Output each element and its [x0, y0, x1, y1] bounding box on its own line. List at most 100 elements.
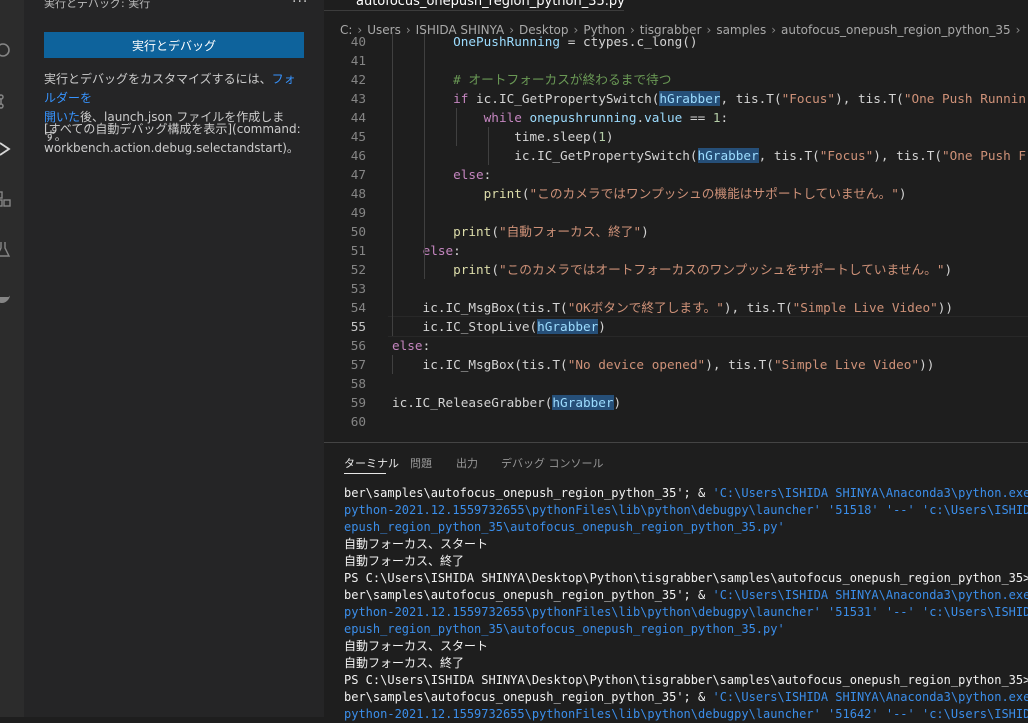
breadcrumb-item[interactable]: Python	[583, 23, 625, 37]
terminal-text: 自動フォーカス、スタート	[344, 537, 489, 551]
code-line[interactable]: 58	[324, 374, 1028, 393]
breadcrumb-item[interactable]: Desktop	[519, 23, 569, 37]
code-token: 1	[598, 129, 606, 144]
show-all-line-1[interactable]: [すべての自動デバッグ構成を表示](command:	[44, 122, 301, 136]
code-line[interactable]: 53	[324, 279, 1028, 298]
breadcrumb-item[interactable]: samples	[716, 23, 766, 37]
code-text: time.sleep(1)	[392, 127, 613, 146]
code-line[interactable]: 55 ic.IC_StopLive(hGrabber)	[324, 316, 1028, 337]
code-token: time.sleep(	[392, 129, 599, 144]
code-token: ic.IC_StopLive(	[392, 319, 538, 334]
breadcrumb-chevron-icon: ›	[706, 23, 712, 37]
line-number: 56	[350, 338, 366, 353]
code-token: hGrabber	[659, 91, 721, 106]
tab-terminal[interactable]: ターミナル	[344, 455, 399, 471]
tab-output[interactable]: 出力	[456, 455, 478, 471]
code-token: onepushrunning	[529, 110, 637, 125]
terminal-text: epush_region_python_35\autofocus_onepush…	[344, 622, 785, 636]
breadcrumb-chevron-icon: ›	[405, 23, 411, 37]
breadcrumb-item[interactable]: autofocus_onepush_region_python_35	[781, 23, 1011, 37]
breadcrumb-item[interactable]: tisgrabber	[640, 23, 702, 37]
breadcrumb[interactable]: C: › Users › ISHIDA SHINYA › Desktop › Python › ti…	[340, 21, 1028, 39]
code-token: :	[720, 110, 729, 125]
indent-guide	[392, 355, 393, 374]
code-line[interactable]: 56 else:	[324, 336, 1028, 355]
code-token: (	[491, 224, 499, 239]
code-text: if ic.IC_GetPropertySwitch(hGrabber, tis…	[392, 89, 1026, 108]
testing-icon[interactable]	[0, 240, 12, 258]
code-line[interactable]: 52 print("このカメラではオートフォーカスのワンプッシュをサポートしてい…	[324, 260, 1028, 279]
code-token: if	[453, 91, 469, 106]
code-line[interactable]: 44 while onepushrunning.value == 1:	[324, 108, 1028, 127]
customize-text-1: 実行とデバッグをカスタマイズするには、	[44, 72, 272, 86]
code-editor[interactable]: 40 OnePushRunning = ctypes.c_long() 41 42 …	[324, 0, 1028, 442]
indent-guide	[488, 127, 489, 165]
line-number: 45	[350, 129, 366, 144]
code-line[interactable]: 50 print("自動フォーカス、終了")	[324, 222, 1028, 241]
code-token: ic.IC_MsgBox(tis.T(	[392, 300, 568, 315]
editor-tab-label[interactable]: autofocus_onepush_region_python_35.py	[356, 0, 625, 9]
sidebar-title: 実行とデバッグ: 実行	[44, 0, 151, 10]
code-token: "No device opened"	[567, 357, 706, 372]
code-line[interactable]: 49	[324, 203, 1028, 222]
code-line[interactable]: 46 ic.IC_GetPropertySwitch(hGrabber, tis…	[324, 146, 1028, 165]
line-number: 44	[350, 110, 366, 125]
more-actions-icon[interactable]: ···	[292, 0, 308, 10]
terminal-line: 自動フォーカス、スタート	[344, 638, 488, 655]
terminal-line: ber\samples\autofocus_onepush_region_pyt…	[344, 485, 1028, 502]
code-token: "OKボタンで終了します。"	[567, 300, 724, 315]
code-line[interactable]: 42 # オートフォーカスが終わるまで待つ	[324, 70, 1028, 89]
code-line[interactable]: 47 else:	[324, 165, 1028, 184]
terminal-line: epush_region_python_35\autofocus_onepush…	[344, 519, 785, 536]
terminal-line: ber\samples\autofocus_onepush_region_pyt…	[344, 689, 1028, 706]
code-text: ic.IC_StopLive(hGrabber)	[392, 317, 606, 336]
breadcrumb-item[interactable]: ISHIDA SHINYA	[416, 23, 505, 37]
code-token: print	[483, 186, 522, 201]
extensions-icon[interactable]	[0, 190, 12, 208]
code-token: "Simple Live Video"	[773, 357, 920, 372]
code-line[interactable]: 45 time.sleep(1)	[324, 127, 1028, 146]
code-line[interactable]: 59 ic.IC_ReleaseGrabber(hGrabber)	[324, 393, 1028, 412]
breadcrumb-item[interactable]: Users	[367, 23, 401, 37]
run-debug-icon[interactable]	[0, 140, 14, 158]
breadcrumb-chevron-icon: ›	[629, 23, 635, 37]
indent-guide	[392, 32, 393, 336]
code-line[interactable]: 43 if ic.IC_GetPropertySwitch(hGrabber, …	[324, 89, 1028, 108]
code-line[interactable]: 57 ic.IC_MsgBox(tis.T("No device opened"…	[324, 355, 1028, 374]
run-and-debug-button[interactable]: 実行とデバッグ	[44, 32, 304, 58]
code-line[interactable]: 48 print("このカメラではワンプッシュの機能はサポートしていません。")	[324, 184, 1028, 203]
code-token: )	[898, 186, 907, 201]
code-line[interactable]: 60	[324, 412, 1028, 431]
code-token: "このカメラではワンプッシュの機能はサポートしていません。"	[529, 186, 899, 201]
code-token: )	[944, 262, 953, 277]
terminal-text: ber\samples\autofocus_onepush_region_pyt…	[344, 690, 713, 704]
code-token: else	[422, 243, 454, 258]
show-all-line-2[interactable]: workbench.action.debug.selectandstart)。	[44, 141, 299, 155]
docker-icon[interactable]	[0, 288, 12, 306]
terminal-text: 'C:\Users\ISHIDA SHINYA\Anaconda3\python…	[712, 486, 1028, 500]
line-number: 57	[350, 357, 366, 372]
tab-problems[interactable]: 問題	[410, 455, 432, 471]
run-debug-sidebar: 実行とデバッグ: 実行 ··· 実行とデバッグ 実行とデバッグをカスタマイズする…	[24, 0, 324, 717]
code-line[interactable]: 51 else:	[324, 241, 1028, 260]
code-token: ic.IC_GetPropertySwitch(	[392, 148, 698, 163]
code-line[interactable]: 41	[324, 51, 1028, 70]
code-token: ), tis.T(	[873, 148, 942, 163]
code-token: # オートフォーカスが終わるまで待つ	[453, 72, 672, 87]
breadcrumb-item[interactable]: C:	[340, 23, 352, 37]
code-text: while onepushrunning.value == 1:	[392, 108, 728, 127]
code-token: "Focus"	[819, 148, 874, 163]
code-line[interactable]: 54 ic.IC_MsgBox(tis.T("OKボタンで終了します。"), t…	[324, 298, 1028, 317]
code-token: (	[491, 262, 499, 277]
source-control-icon[interactable]	[0, 92, 13, 110]
code-text: print("このカメラではオートフォーカスのワンプッシュをサポートしていません…	[392, 260, 952, 279]
search-icon[interactable]	[0, 42, 13, 60]
line-number: 54	[350, 300, 366, 315]
tab-debug-console[interactable]: デバッグ コンソール	[501, 455, 604, 471]
code-token: hGrabber	[697, 148, 759, 163]
